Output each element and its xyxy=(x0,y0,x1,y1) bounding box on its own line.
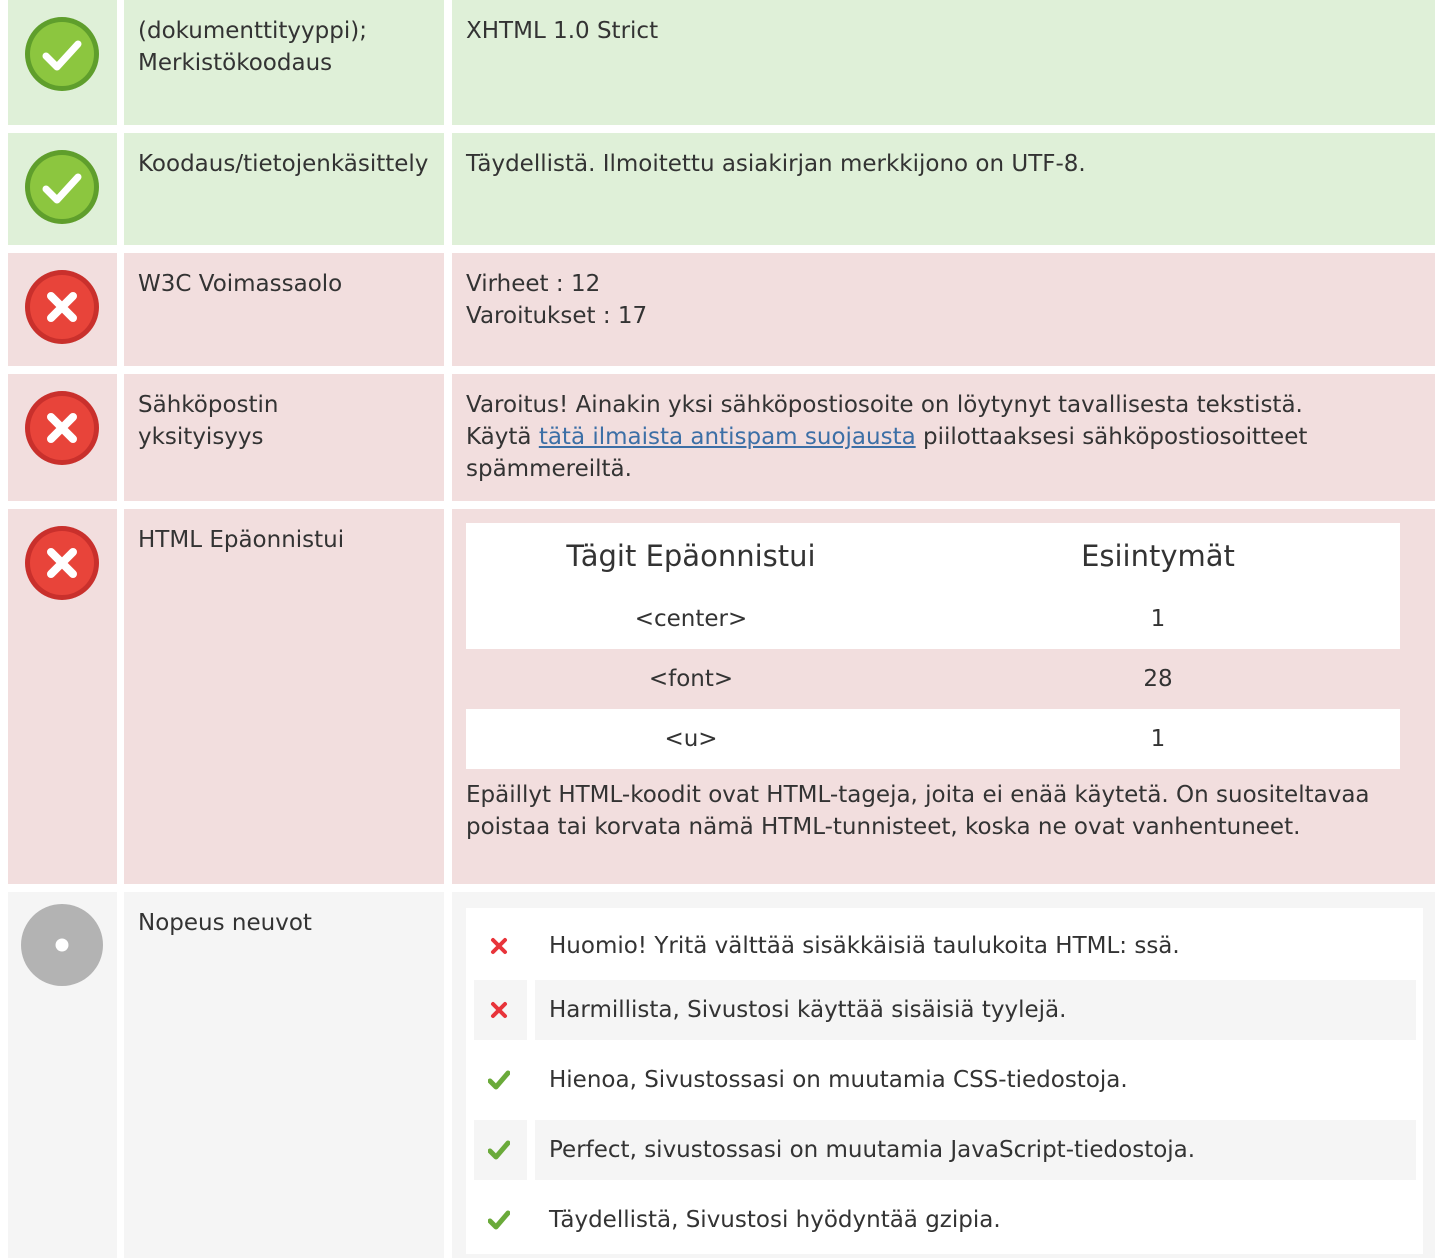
check-row-w3c: W3C Voimassaolo Virheet : 12 Varoitukset… xyxy=(0,253,1435,366)
tip-text: Hienoa, Sivustossasi on muutamia CSS-tie… xyxy=(549,1067,1128,1093)
speed-tips-list: Huomio! Yritä välttää sisäkkäisiä tauluk… xyxy=(466,908,1423,1254)
status-cell xyxy=(8,0,117,125)
cross-circle-icon xyxy=(25,270,99,344)
check-icon xyxy=(488,1140,510,1160)
list-item: Hienoa, Sivustossasi on muutamia CSS-tie… xyxy=(474,1050,1416,1110)
cross-circle-icon xyxy=(25,526,99,600)
check-icon xyxy=(488,1070,510,1090)
antispam-link[interactable]: tätä ilmaista antispam suojausta xyxy=(539,424,916,450)
header-occurrences: Esiintymät xyxy=(1081,538,1235,573)
table-header: Tägit Epäonnistui Esiintymät xyxy=(466,523,1400,589)
row-value: Täydellistä. Ilmoitettu asiakirjan merkk… xyxy=(452,133,1435,245)
row-value: XHTML 1.0 Strict xyxy=(452,0,1435,125)
list-item: Täydellistä, Sivustosi hyödyntää gzipia. xyxy=(474,1190,1416,1250)
deprecated-tags-table: Tägit Epäonnistui Esiintymät <center> 1 … xyxy=(466,523,1400,769)
cross-icon xyxy=(491,1002,507,1018)
check-row-doctype: (dokumenttityyppi); Merkistökoodaus XHTM… xyxy=(0,0,1435,125)
list-item: Perfect, sivustossasi on muutamia JavaSc… xyxy=(474,1120,1416,1180)
warnings-count: Varoitukset : 17 xyxy=(466,303,648,330)
deprecated-tags-note: Epäillyt HTML-koodit ovat HTML-tageja, j… xyxy=(466,782,1370,841)
tag-count: 28 xyxy=(1143,665,1173,692)
row-label: (dokumenttityyppi); Merkistökoodaus xyxy=(124,0,444,125)
cross-circle-icon xyxy=(25,391,99,465)
tag-name: <u> xyxy=(664,725,718,752)
check-icon xyxy=(488,1210,510,1230)
status-cell xyxy=(8,133,117,245)
tag-name: <font> xyxy=(648,665,734,692)
table-row: <center> 1 xyxy=(466,589,1400,649)
check-row-email-privacy: Sähköpostin yksityisyys Varoitus! Ainaki… xyxy=(0,374,1435,501)
row-label: Koodaus/tietojenkäsittely xyxy=(124,133,444,245)
table-row: <font> 28 xyxy=(466,649,1400,709)
tag-count: 1 xyxy=(1150,725,1166,752)
tip-text: Huomio! Yritä välttää sisäkkäisiä tauluk… xyxy=(549,933,1180,959)
tip-text: Perfect, sivustossasi on muutamia JavaSc… xyxy=(549,1137,1196,1163)
check-row-speed-tips: Nopeus neuvot Huomio! Yritä välttää sisä… xyxy=(0,892,1435,1258)
status-cell xyxy=(8,892,117,1258)
tag-name: <center> xyxy=(634,605,748,632)
cross-icon xyxy=(491,938,507,954)
row-value: Virheet : 12 Varoitukset : 17 xyxy=(452,253,1435,366)
status-cell xyxy=(8,374,117,501)
tip-text: Täydellistä, Sivustosi hyödyntää gzipia. xyxy=(549,1207,1001,1233)
check-circle-icon xyxy=(25,17,99,91)
status-cell xyxy=(8,253,117,366)
list-item: Huomio! Yritä välttää sisäkkäisiä tauluk… xyxy=(474,916,1416,976)
row-label: Nopeus neuvot xyxy=(124,892,444,1258)
neutral-circle-icon xyxy=(21,904,103,986)
row-label: Sähköpostin yksityisyys xyxy=(124,374,444,501)
header-tags: Tägit Epäonnistui xyxy=(566,538,816,573)
errors-count: Virheet : 12 xyxy=(466,271,601,297)
check-circle-icon xyxy=(25,150,99,224)
table-row: <u> 1 xyxy=(466,709,1400,769)
row-value: Varoitus! Ainakin yksi sähköpostiosoite … xyxy=(452,374,1435,501)
check-row-html-deprecated: HTML Epäonnistui Tägit Epäonnistui Esiin… xyxy=(0,509,1435,884)
tag-count: 1 xyxy=(1150,605,1166,632)
row-label: W3C Voimassaolo xyxy=(124,253,444,366)
tip-text: Harmillista, Sivustosi käyttää sisäisiä … xyxy=(549,997,1067,1023)
check-row-encoding: Koodaus/tietojenkäsittely Täydellistä. I… xyxy=(0,133,1435,245)
list-item: Harmillista, Sivustosi käyttää sisäisiä … xyxy=(474,980,1416,1040)
row-label: HTML Epäonnistui xyxy=(124,509,444,884)
status-cell xyxy=(8,509,117,884)
